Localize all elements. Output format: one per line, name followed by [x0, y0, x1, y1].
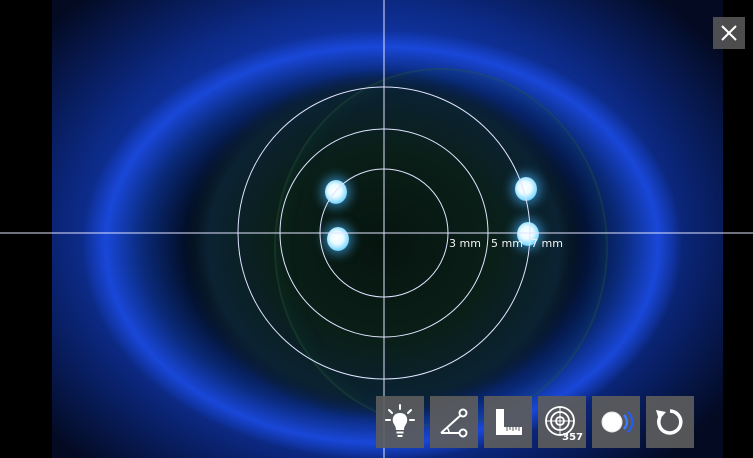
ring-label-3mm: 3 mm [449, 237, 481, 250]
target-rings-counter: 357 [562, 432, 583, 443]
eye-image-viewer: 3 mm 5 mm 7 mm 357 [0, 0, 753, 458]
close-icon [721, 25, 737, 41]
ring-label-5mm: 5 mm [491, 237, 523, 250]
eye-view-icon [599, 407, 633, 437]
lightbulb-icon [384, 404, 416, 440]
measurement-toolbar: 357 [376, 396, 694, 448]
ring-label-7mm: 7 mm [531, 237, 563, 250]
reset-button[interactable] [646, 396, 694, 448]
refresh-icon [653, 405, 687, 439]
close-button[interactable] [713, 17, 745, 49]
ruler-icon [491, 405, 525, 439]
angle-measure-icon [437, 405, 471, 439]
eye-view-button[interactable] [592, 396, 640, 448]
ruler-button[interactable] [484, 396, 532, 448]
measurement-overlay [0, 0, 753, 458]
angle-measure-button[interactable] [430, 396, 478, 448]
illumination-button[interactable] [376, 396, 424, 448]
target-rings-button[interactable]: 357 [538, 396, 586, 448]
